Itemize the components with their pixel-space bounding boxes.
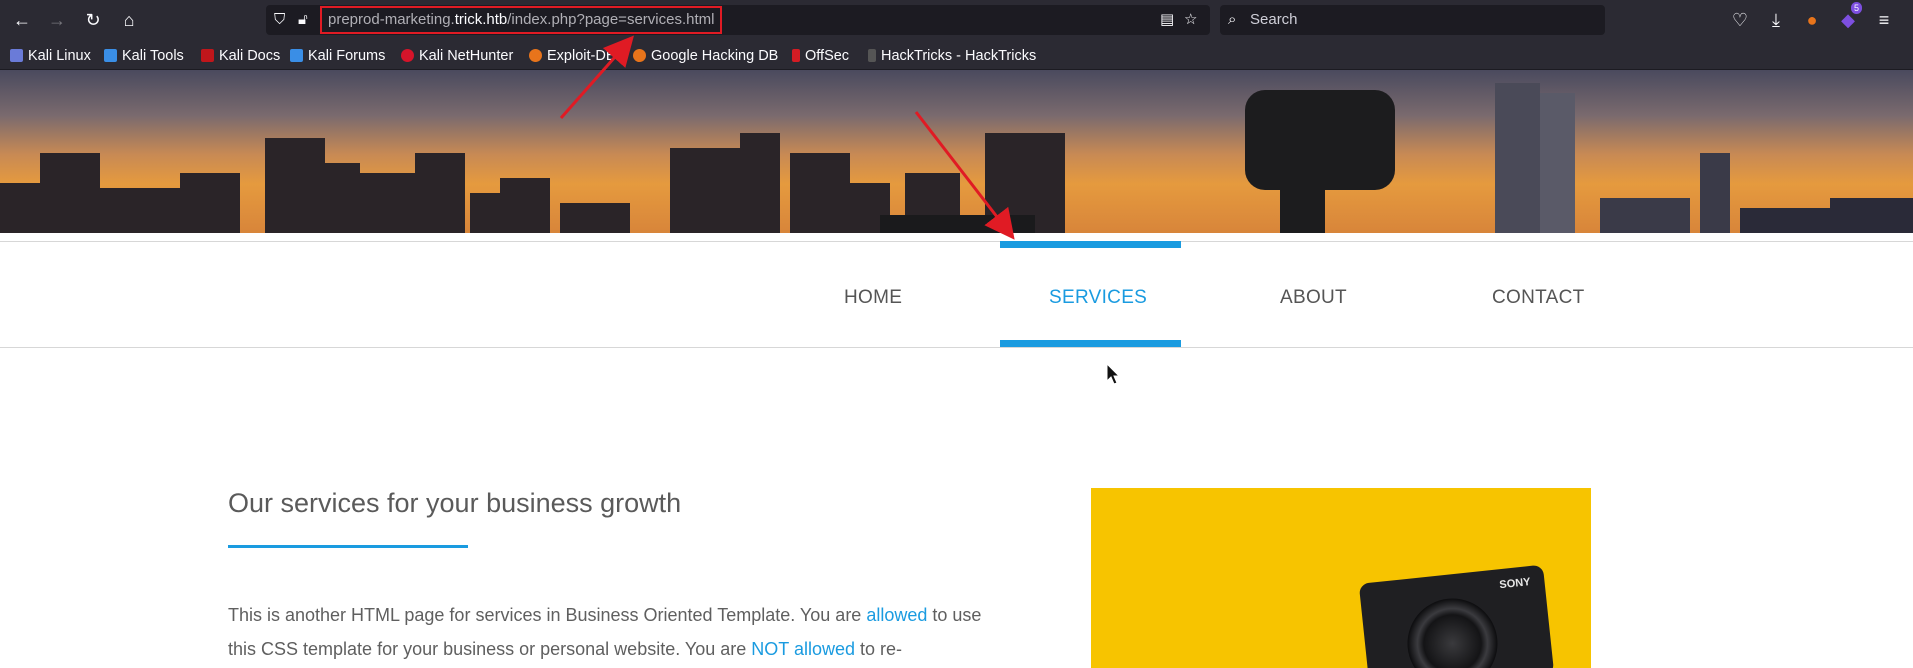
arrow-to-services <box>914 111 1015 240</box>
mouse-cursor-icon <box>1106 363 1120 385</box>
arrow-to-url <box>559 35 634 119</box>
annotation-arrows <box>559 35 1015 240</box>
